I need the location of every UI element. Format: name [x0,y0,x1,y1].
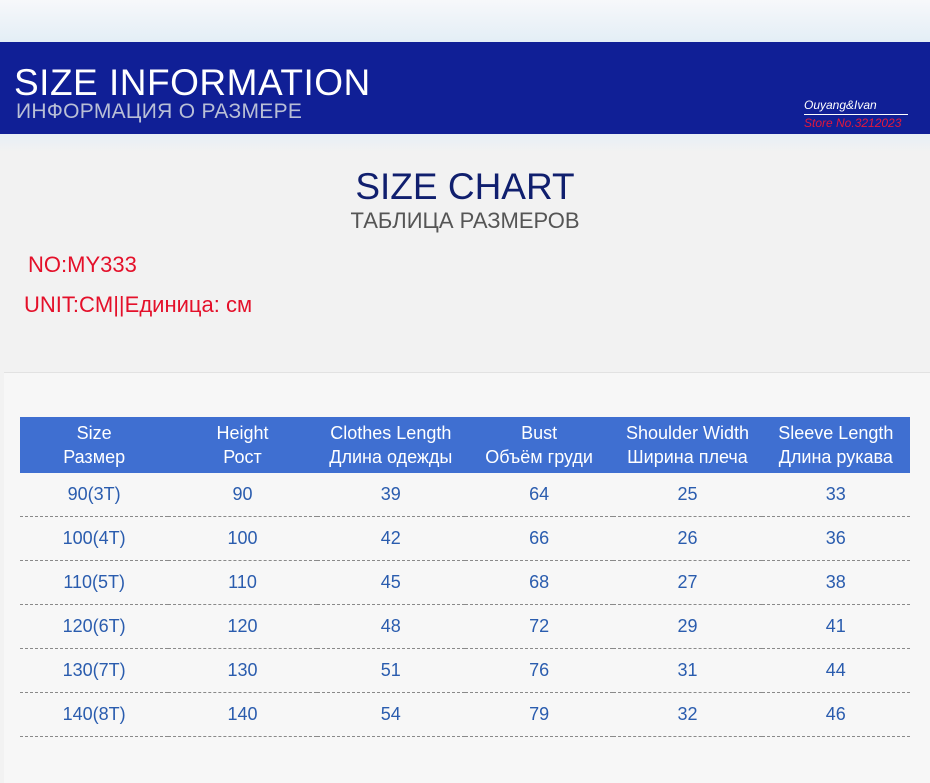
table-header-row: Size Размер Height Рост Clothes Length Длин… [20,417,910,473]
cell-bust: 76 [464,648,614,693]
cell-height: 100 [168,516,317,561]
cell-sleeve-length: 44 [761,648,910,693]
cell-clothes-length: 45 [316,560,465,605]
header-label-en: Sleeve Length [778,423,894,443]
cell-size: 120(6T) [20,604,169,649]
header-sleeve-length: Sleeve Length Длина рукава [761,417,910,473]
table-row: 130(7T) 130 51 76 31 44 [20,648,910,693]
cell-shoulder-width: 31 [613,648,762,693]
cell-bust: 66 [464,516,614,561]
cell-size: 110(5T) [20,560,169,605]
cell-bust: 79 [464,692,614,737]
brand-name: Ouyang&Ivan [804,98,908,115]
cell-clothes-length: 48 [316,604,465,649]
model-number: NO:MY333 [28,252,137,277]
cell-shoulder-width: 32 [613,692,762,737]
top-strip [0,0,930,42]
cell-sleeve-length: 33 [761,473,910,517]
cell-sleeve-length: 36 [761,516,910,561]
header-label-ru: Ширина плеча [627,447,748,467]
header-height: Height Рост [168,417,317,473]
cell-sleeve-length: 38 [761,560,910,605]
cell-height: 110 [168,560,317,605]
cell-shoulder-width: 25 [613,473,762,517]
cell-bust: 64 [464,473,614,517]
banner-subtitle: ИНФОРМАЦИЯ О РАЗМЕРЕ [16,100,303,123]
header-banner: SIZE INFORMATION ИНФОРМАЦИЯ О РАЗМЕРЕ Ou… [0,42,930,134]
cell-height: 90 [168,473,317,517]
banner-title: SIZE INFORMATION [14,62,371,103]
header-shoulder-width: Shoulder Width Ширина плеча [613,417,762,473]
cell-bust: 68 [464,560,614,605]
header-label-en: Bust [521,423,558,443]
cell-sleeve-length: 46 [761,692,910,737]
cell-clothes-length: 39 [316,473,465,517]
cell-sleeve-length: 41 [761,604,910,649]
cell-size: 130(7T) [20,648,169,693]
header-size: Size Размер [20,417,169,473]
header-label-ru: Объём груди [485,447,593,467]
divider-strip [0,134,930,152]
header-label-ru: Рост [223,447,262,467]
table-row: 140(8T) 140 54 79 32 46 [20,692,910,737]
header-label-en: Shoulder Width [625,423,750,443]
header-label-ru: Размер [63,447,126,467]
header-label-ru: Длина одежды [329,447,453,467]
cell-height: 140 [168,692,317,737]
cell-clothes-length: 42 [316,516,465,561]
header-label-ru: Длина рукава [778,447,893,467]
brand-block: Ouyang&Ivan Store No.3212023 [804,98,908,130]
header-bust: Bust Объём груди [464,417,614,473]
cell-height: 130 [168,648,317,693]
header-clothes-length: Clothes Length Длина одежды [316,417,465,473]
cell-clothes-length: 54 [316,692,465,737]
cell-clothes-length: 51 [316,648,465,693]
cell-size: 90(3T) [20,473,169,517]
cell-size: 140(8T) [20,692,169,737]
header-label-en: Size [76,423,112,443]
chart-subtitle: ТАБЛИЦА РАЗМЕРОВ [350,208,580,233]
cell-shoulder-width: 26 [613,516,762,561]
cell-bust: 72 [464,604,614,649]
size-table: Size Размер Height Рост Clothes Length Длин… [20,417,910,737]
chart-title: SIZE CHART [355,166,575,207]
table-row: 120(6T) 120 48 72 29 41 [20,604,910,649]
table-row: 100(4T) 100 42 66 26 36 [20,516,910,561]
header-label-en: Height [216,423,269,443]
table-row: 110(5T) 110 45 68 27 38 [20,560,910,605]
cell-shoulder-width: 29 [613,604,762,649]
store-number: Store No.3212023 [804,116,902,130]
cell-shoulder-width: 27 [613,560,762,605]
cell-height: 120 [168,604,317,649]
unit-label: UNIT:CM||Единица: см [24,292,253,317]
header-label-en: Clothes Length [330,423,452,443]
cell-size: 100(4T) [20,516,169,561]
table-row: 90(3T) 90 39 64 25 33 [20,473,910,517]
